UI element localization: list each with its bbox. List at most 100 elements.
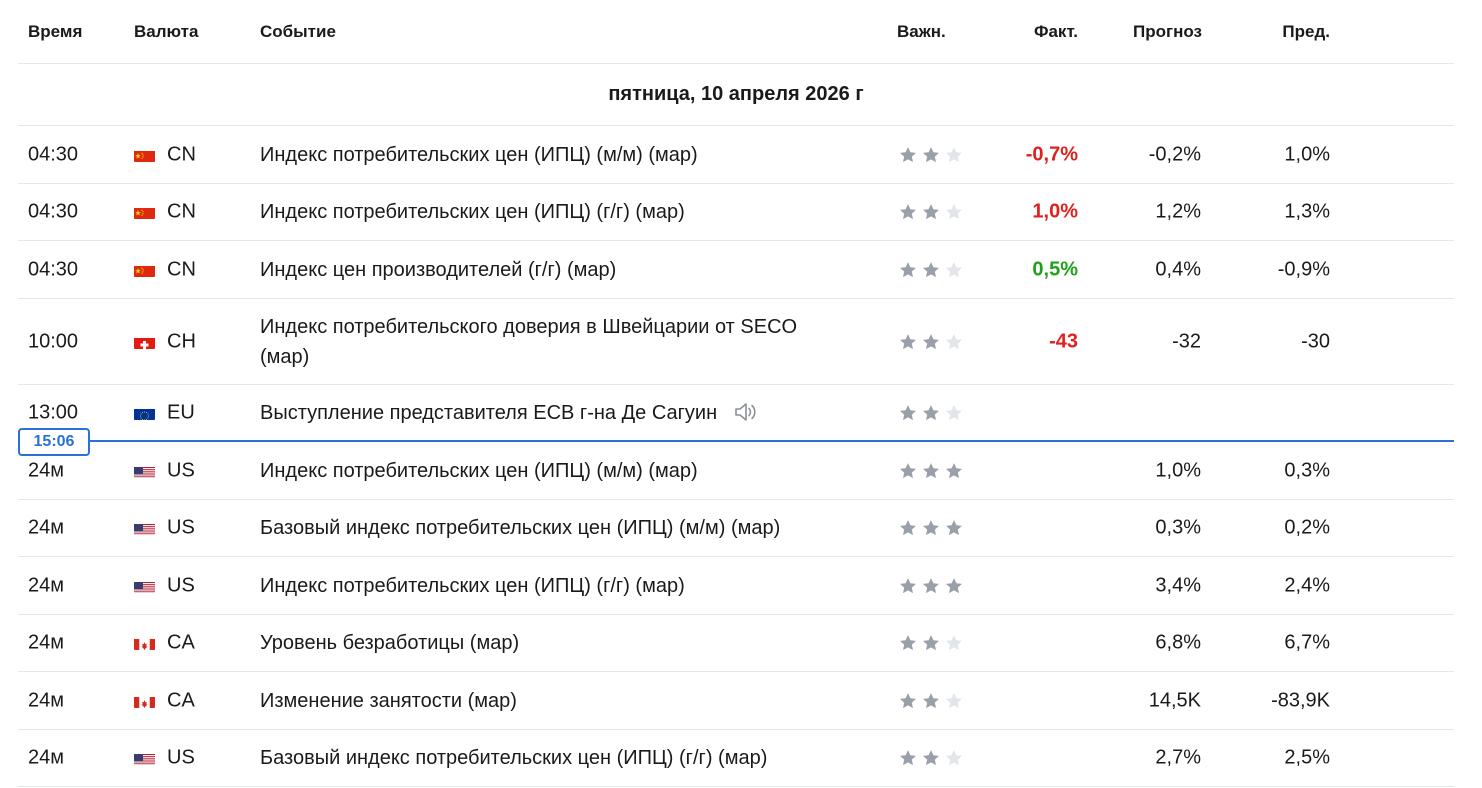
forecast-value: 0,3% bbox=[1155, 516, 1201, 539]
header-event[interactable]: Событие bbox=[260, 22, 336, 42]
importance-stars bbox=[898, 633, 967, 653]
importance-stars bbox=[898, 202, 967, 222]
star-icon bbox=[900, 146, 916, 162]
header-previous[interactable]: Пред. bbox=[1282, 22, 1330, 42]
event-currency: CA bbox=[167, 631, 195, 654]
current-time-badge: 15:06 bbox=[18, 428, 90, 456]
event-title[interactable]: Уровень безработицы (мар) bbox=[260, 628, 820, 658]
event-time: 24м bbox=[28, 689, 64, 711]
table-row[interactable]: 13:00 EU Выступление представителя ЕСВ г-н… bbox=[18, 385, 1454, 442]
forecast-value: 6,8% bbox=[1155, 631, 1201, 654]
star-icon bbox=[923, 261, 939, 277]
star-icon bbox=[923, 204, 939, 220]
event-title[interactable]: Базовый индекс потребительских цен (ИПЦ)… bbox=[260, 743, 820, 773]
event-title[interactable]: Индекс потребительских цен (ИПЦ) (г/г) (… bbox=[260, 571, 820, 601]
event-title-text[interactable]: Индекс потребительских цен (ИПЦ) (м/м) (… bbox=[260, 460, 698, 482]
event-title[interactable]: Индекс потребительских цен (ИПЦ) (г/г) (… bbox=[260, 197, 820, 227]
event-title[interactable]: Индекс потребительских цен (ИПЦ) (м/м) (… bbox=[260, 456, 820, 486]
date-divider: пятница, 10 апреля 2026 г bbox=[18, 64, 1454, 126]
star-icon bbox=[946, 692, 962, 708]
table-row[interactable]: 24м CA Изменение занятости (мар) 14,5K -83,9… bbox=[18, 672, 1454, 730]
event-title[interactable]: Индекс потребительских цен (ИПЦ) (м/м) (… bbox=[260, 140, 820, 170]
table-row[interactable]: 24м CA Уровень безработицы (мар) 6,8% 6,7% bbox=[18, 615, 1454, 672]
table-row[interactable]: 04:30 CN Индекс потребительских цен (ИПЦ) … bbox=[18, 126, 1454, 184]
previous-value: -83,9K bbox=[1271, 689, 1330, 711]
star-icon bbox=[946, 462, 962, 478]
cn-flag-icon bbox=[134, 263, 155, 277]
eu-flag-icon bbox=[134, 406, 155, 420]
table-row[interactable]: 04:30 CN Индекс цен производителей (г/г) (… bbox=[18, 241, 1454, 299]
event-title-text[interactable]: Индекс потребительского доверия в Швейца… bbox=[260, 316, 797, 368]
forecast-value: -32 bbox=[1172, 330, 1201, 352]
event-title[interactable]: Выступление представителя ЕСВ г-на Де Са… bbox=[260, 398, 820, 428]
table-row[interactable]: 24м US Базовый индекс потребительских цен … bbox=[18, 500, 1454, 557]
star-icon bbox=[946, 333, 962, 349]
event-currency: US bbox=[167, 574, 195, 596]
star-icon bbox=[946, 261, 962, 277]
star-icon bbox=[946, 405, 962, 421]
actual-value: 0,5% bbox=[1032, 258, 1078, 280]
event-title-text[interactable]: Базовый индекс потребительских цен (ИПЦ)… bbox=[260, 747, 767, 769]
event-time: 24м bbox=[28, 574, 64, 596]
event-title[interactable]: Индекс цен производителей (г/г) (мар) bbox=[260, 255, 820, 285]
table-row[interactable]: 10:00 CH Индекс потребительского доверия в… bbox=[18, 299, 1454, 385]
table-row[interactable]: 04:30 CN Индекс потребительских цен (ИПЦ) … bbox=[18, 184, 1454, 241]
ch-flag-icon bbox=[134, 335, 155, 349]
event-title-text[interactable]: Индекс цен производителей (г/г) (мар) bbox=[260, 259, 616, 281]
star-icon bbox=[900, 577, 916, 593]
star-icon bbox=[923, 462, 939, 478]
header-actual[interactable]: Факт. bbox=[1034, 22, 1078, 42]
us-flag-icon bbox=[134, 521, 155, 535]
forecast-value: 0,4% bbox=[1155, 258, 1201, 280]
event-title[interactable]: Изменение занятости (мар) bbox=[260, 686, 820, 716]
event-time: 04:30 bbox=[28, 143, 79, 165]
event-title[interactable]: Индекс потребительского доверия в Швейца… bbox=[260, 312, 820, 372]
event-title-text[interactable]: Базовый индекс потребительских цен (ИПЦ)… bbox=[260, 517, 780, 539]
actual-value: 1,0% bbox=[1032, 200, 1078, 223]
forecast-value: 14,5K bbox=[1148, 689, 1201, 711]
header-forecast[interactable]: Прогноз bbox=[1133, 22, 1202, 42]
table-header: Время Валюта Событие Важн. Факт. Прогноз… bbox=[18, 0, 1454, 64]
event-time: 24м bbox=[28, 516, 64, 539]
event-time: 24м bbox=[28, 459, 64, 481]
event-title-text[interactable]: Изменение занятости (мар) bbox=[260, 690, 517, 712]
table-row[interactable]: 24м US Индекс потребительских цен (ИПЦ) (м… bbox=[18, 442, 1454, 500]
event-title-text[interactable]: Уровень безработицы (мар) bbox=[260, 632, 519, 654]
star-icon bbox=[923, 692, 939, 708]
star-icon bbox=[900, 261, 916, 277]
event-time: 13:00 bbox=[28, 401, 79, 424]
us-flag-icon bbox=[134, 579, 155, 593]
event-time: 10:00 bbox=[28, 330, 79, 352]
star-icon bbox=[900, 635, 916, 651]
speaker-icon[interactable] bbox=[733, 401, 759, 423]
star-icon bbox=[900, 520, 916, 536]
event-title-text[interactable]: Выступление представителя ЕСВ г-на Де Са… bbox=[260, 402, 717, 424]
star-icon bbox=[946, 204, 962, 220]
event-title-text[interactable]: Индекс потребительских цен (ИПЦ) (г/г) (… bbox=[260, 575, 685, 597]
star-icon bbox=[900, 204, 916, 220]
importance-stars bbox=[898, 332, 967, 352]
event-title-text[interactable]: Индекс потребительских цен (ИПЦ) (г/г) (… bbox=[260, 201, 685, 223]
forecast-value: 3,4% bbox=[1155, 574, 1201, 596]
star-icon bbox=[900, 750, 916, 766]
actual-value: -43 bbox=[1049, 330, 1078, 352]
header-currency[interactable]: Валюта bbox=[134, 22, 198, 42]
star-icon bbox=[923, 577, 939, 593]
event-currency: CN bbox=[167, 143, 196, 165]
event-title[interactable]: Базовый индекс потребительских цен (ИПЦ)… bbox=[260, 513, 820, 543]
star-icon bbox=[923, 520, 939, 536]
previous-value: -30 bbox=[1301, 330, 1330, 352]
table-row[interactable]: 24м US Индекс потребительских цен (ИПЦ) (г… bbox=[18, 557, 1454, 615]
header-time[interactable]: Время bbox=[28, 22, 82, 42]
previous-value: 1,3% bbox=[1284, 200, 1330, 223]
star-icon bbox=[923, 405, 939, 421]
forecast-value: 1,2% bbox=[1155, 200, 1201, 223]
event-currency: CH bbox=[167, 330, 196, 352]
table-row[interactable]: 24м US Базовый индекс потребительских цен … bbox=[18, 730, 1454, 787]
star-icon bbox=[923, 750, 939, 766]
event-title-text[interactable]: Индекс потребительских цен (ИПЦ) (м/м) (… bbox=[260, 144, 698, 166]
header-importance[interactable]: Важн. bbox=[897, 22, 946, 42]
forecast-value: 2,7% bbox=[1155, 746, 1201, 769]
star-icon bbox=[900, 405, 916, 421]
star-icon bbox=[900, 462, 916, 478]
